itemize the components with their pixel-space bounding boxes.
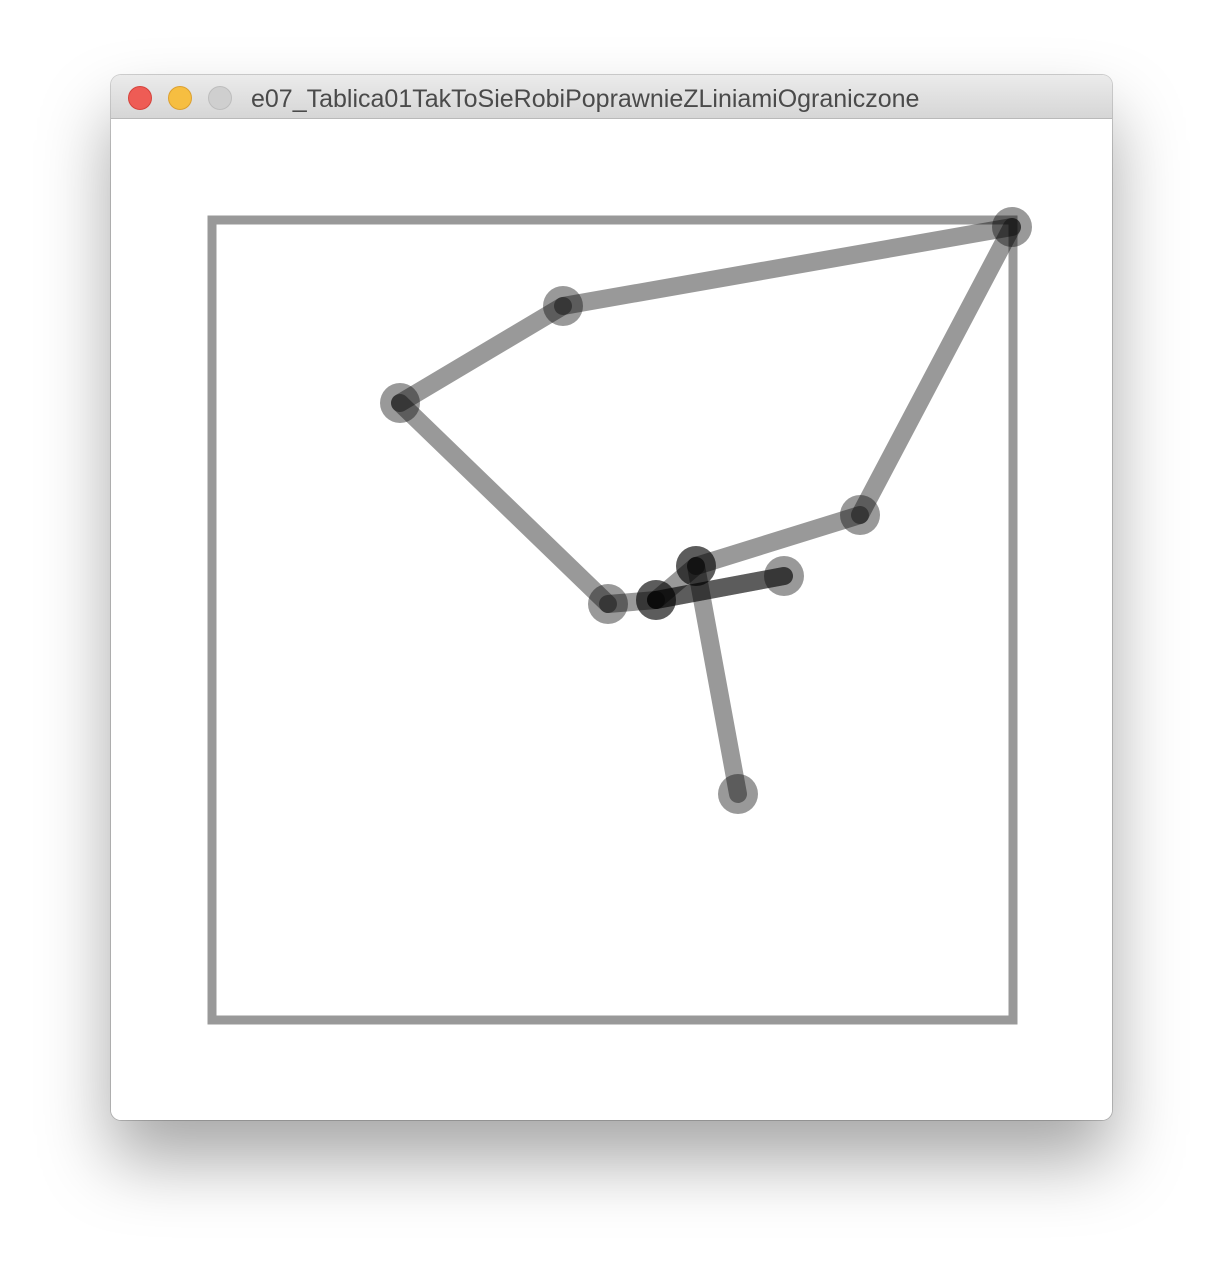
zoom-button[interactable]	[208, 86, 232, 110]
drawing-surface[interactable]	[111, 119, 1112, 1120]
stroke-segment	[554, 218, 1021, 315]
minimize-button[interactable]	[168, 86, 192, 110]
stroke-point	[992, 207, 1032, 247]
close-button[interactable]	[128, 86, 152, 110]
title-bar[interactable]: e07_Tablica01TakToSieRobiPoprawnieZLinia…	[111, 75, 1112, 119]
stroke-segment	[851, 218, 1021, 524]
window-title: e07_Tablica01TakToSieRobiPoprawnieZLinia…	[251, 85, 920, 113]
stroke-point	[676, 546, 716, 586]
stroke-point	[718, 774, 758, 814]
stroke-point	[543, 286, 583, 326]
stroke-point	[380, 383, 420, 423]
sketch-canvas[interactable]	[111, 119, 1112, 1120]
stroke-group	[380, 207, 1032, 814]
stroke-point	[764, 556, 804, 596]
stroke-point	[840, 495, 880, 535]
stroke-segment	[391, 297, 572, 412]
app-window: e07_Tablica01TakToSieRobiPoprawnieZLinia…	[111, 75, 1112, 1120]
stroke-segment	[391, 394, 617, 613]
stroke-point	[636, 580, 676, 620]
stroke-point	[588, 584, 628, 624]
